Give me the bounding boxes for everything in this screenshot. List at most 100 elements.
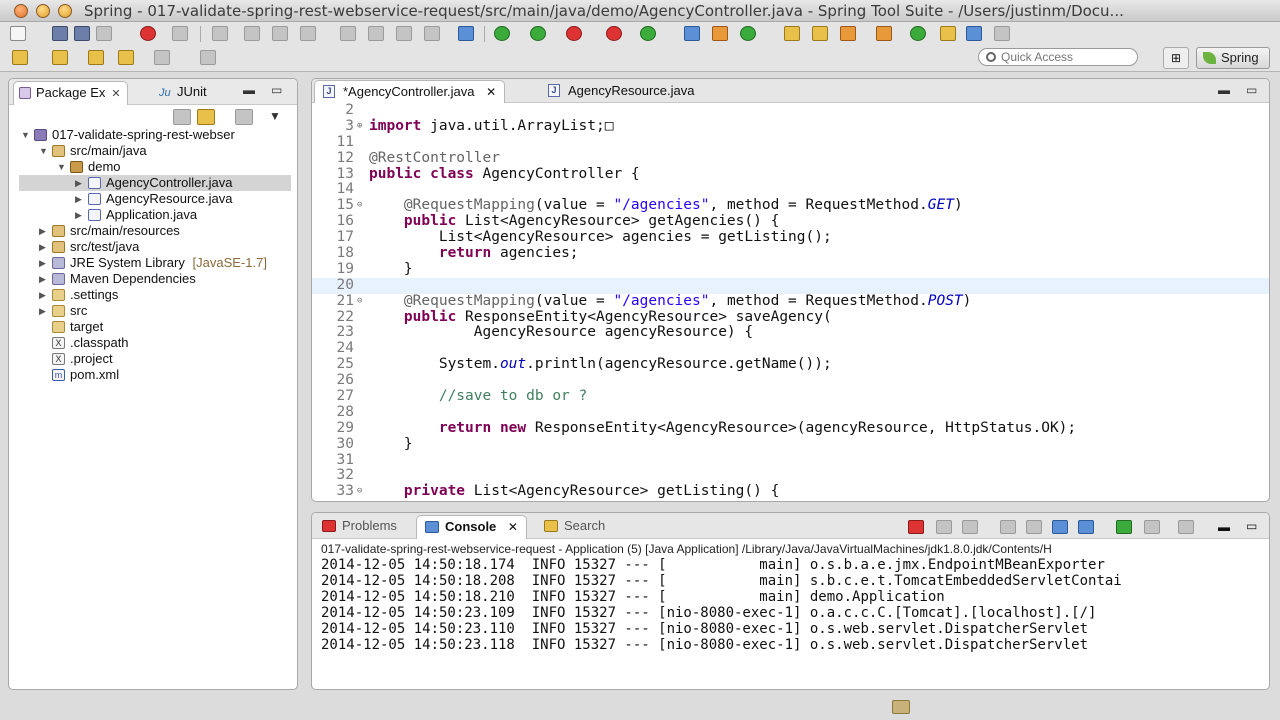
minimize-icon[interactable]: ▬	[1218, 520, 1230, 534]
collapsed-arrow-icon[interactable]: ▶	[75, 207, 85, 223]
code-line[interactable]: 30 }	[312, 436, 1269, 453]
tree-item[interactable]: ▼ demo	[9, 159, 297, 175]
code-line[interactable]: 21 ⊖ @RequestMapping(value = "/agencies",…	[312, 293, 1269, 310]
pin-editor-icon[interactable]	[200, 50, 216, 65]
tree-item[interactable]: target	[9, 319, 297, 335]
code-line[interactable]: 24	[312, 340, 1269, 357]
stop-icon[interactable]	[606, 26, 622, 41]
new-file-icon[interactable]	[10, 26, 26, 41]
code-line[interactable]: 25 System.out.println(agencyResource.get…	[312, 356, 1269, 373]
step-icon[interactable]	[340, 26, 356, 41]
terminal-icon[interactable]	[172, 26, 188, 41]
tree-item[interactable]: ▶ AgencyController.java	[19, 175, 291, 191]
collapsed-arrow-icon[interactable]: ▶	[39, 303, 49, 319]
tree-item[interactable]: X .project	[9, 351, 297, 367]
undo-icon[interactable]	[244, 26, 260, 41]
tree-item[interactable]: ▶ JRE System Library [JavaSE-1.7]	[9, 255, 297, 271]
tab-problems[interactable]: Problems	[314, 515, 405, 539]
remove-all-launches-icon[interactable]	[962, 520, 978, 534]
terminate-icon[interactable]	[908, 520, 924, 534]
collapsed-arrow-icon[interactable]: ▶	[39, 255, 49, 271]
tree-item[interactable]: ▶ Application.java	[9, 207, 297, 223]
close-icon[interactable]: ✕	[111, 88, 120, 100]
terminate-gray-icon[interactable]	[396, 26, 412, 41]
search-toolbar-icon[interactable]	[840, 26, 856, 41]
code-line[interactable]: 27 //save to db or ?	[312, 388, 1269, 405]
open-task-icon[interactable]	[812, 26, 828, 41]
code-line[interactable]: 32	[312, 468, 1269, 484]
tree-item[interactable]: ▶ AgencyResource.java	[9, 191, 297, 207]
open-resource-icon[interactable]	[876, 26, 892, 41]
suspend-icon[interactable]	[368, 26, 384, 41]
collapsed-arrow-icon[interactable]: ▶	[75, 175, 85, 191]
print-icon[interactable]	[96, 26, 112, 41]
collapse-all-icon[interactable]	[173, 109, 191, 125]
redo-icon[interactable]	[272, 26, 288, 41]
new-class-icon[interactable]	[740, 26, 756, 41]
pin-icon[interactable]	[940, 26, 956, 41]
expanded-arrow-icon[interactable]: ▼	[57, 159, 67, 175]
last-edit-location-icon[interactable]	[52, 50, 68, 65]
code-line[interactable]: 23 AgencyResource agencyResource) {	[312, 325, 1269, 341]
fold-toggle-icon[interactable]: ⊖	[357, 294, 362, 310]
tree-item[interactable]: ▼ 017-validate-spring-rest-webser	[9, 127, 297, 143]
collapsed-arrow-icon[interactable]: ▶	[39, 271, 49, 287]
tab-package-explorer[interactable]: Package Ex ✕	[13, 81, 128, 105]
collapsed-arrow-icon[interactable]: ▶	[39, 223, 49, 239]
console-output[interactable]: 2014-12-05 14:50:18.174 INFO 15327 --- […	[321, 557, 1122, 653]
collapsed-arrow-icon[interactable]: ▶	[75, 191, 85, 207]
forward-icon[interactable]	[154, 50, 170, 65]
code-line[interactable]: 31	[312, 452, 1269, 469]
scroll-lock-icon[interactable]	[1026, 520, 1042, 534]
collapsed-arrow-icon[interactable]: ▶	[39, 239, 49, 255]
tree-item[interactable]: ▶ src	[9, 303, 297, 319]
maximize-icon[interactable]: ▭	[271, 83, 282, 97]
code-line[interactable]: 16 public List<AgencyResource> getAgenci…	[312, 213, 1269, 230]
code-editor[interactable]: 2 3 ⊕ import java.util.ArrayList;□ 11 12 @Rest…	[312, 102, 1269, 501]
back-history-icon[interactable]	[88, 50, 104, 65]
relaunch-icon[interactable]	[640, 26, 656, 41]
tree-item[interactable]: ▶ .settings	[9, 287, 297, 303]
minimize-icon[interactable]: ▬	[243, 83, 255, 97]
code-line[interactable]: 2	[312, 102, 1269, 119]
code-line[interactable]: 14	[312, 182, 1269, 198]
show-on-stderr-icon[interactable]	[1078, 520, 1094, 534]
progress-icon[interactable]	[892, 700, 910, 714]
collapsed-arrow-icon[interactable]: ▶	[39, 287, 49, 303]
fold-toggle-icon[interactable]: ⊖	[357, 484, 362, 500]
code-line[interactable]: 20	[312, 277, 1269, 294]
open-console-icon[interactable]	[1178, 520, 1194, 534]
tab-agency-controller[interactable]: J *AgencyController.java ✕	[314, 80, 506, 103]
focus-icon[interactable]	[235, 109, 253, 125]
tree-item[interactable]: ▼ src/main/java	[9, 143, 297, 159]
code-line[interactable]: 11	[312, 134, 1269, 151]
expanded-arrow-icon[interactable]: ▼	[39, 143, 49, 159]
tree-item[interactable]: ▶ src/test/java	[9, 239, 297, 255]
tree-item[interactable]: ▶ src/main/resources	[9, 223, 297, 239]
show-on-stdout-icon[interactable]	[1052, 520, 1068, 534]
next-annotation-icon[interactable]	[994, 26, 1010, 41]
code-line[interactable]: 15 ⊖ @RequestMapping(value = "/agencies",…	[312, 197, 1269, 214]
new-package-icon[interactable]	[712, 26, 728, 41]
debug-icon[interactable]	[494, 26, 510, 41]
code-line[interactable]: 19 }	[312, 261, 1269, 278]
spring-perspective-button[interactable]: Spring	[1196, 47, 1270, 69]
skip-breakpoints-icon[interactable]	[458, 26, 474, 41]
close-icon[interactable]: ✕	[486, 85, 496, 99]
code-line[interactable]: 33 ⊖ private List<AgencyResource> getList…	[312, 483, 1269, 500]
refresh-icon[interactable]	[212, 26, 228, 41]
back-icon[interactable]	[118, 50, 134, 65]
run-icon[interactable]	[530, 26, 546, 41]
run-external-icon[interactable]	[566, 26, 582, 41]
fold-toggle-icon[interactable]: ⊕	[357, 119, 362, 135]
tab-search[interactable]: Search	[536, 515, 613, 539]
format-icon[interactable]	[300, 26, 316, 41]
view-menu-icon[interactable]: ▼	[269, 109, 281, 125]
display-selected-console-icon[interactable]	[1144, 520, 1160, 534]
tree-item[interactable]: ▶ Maven Dependencies	[9, 271, 297, 287]
open-type-icon[interactable]	[784, 26, 800, 41]
annotation-icon[interactable]	[966, 26, 982, 41]
save-all-icon[interactable]	[74, 26, 90, 41]
fold-toggle-icon[interactable]: ⊖	[357, 198, 362, 214]
close-window-button[interactable]	[14, 4, 28, 18]
